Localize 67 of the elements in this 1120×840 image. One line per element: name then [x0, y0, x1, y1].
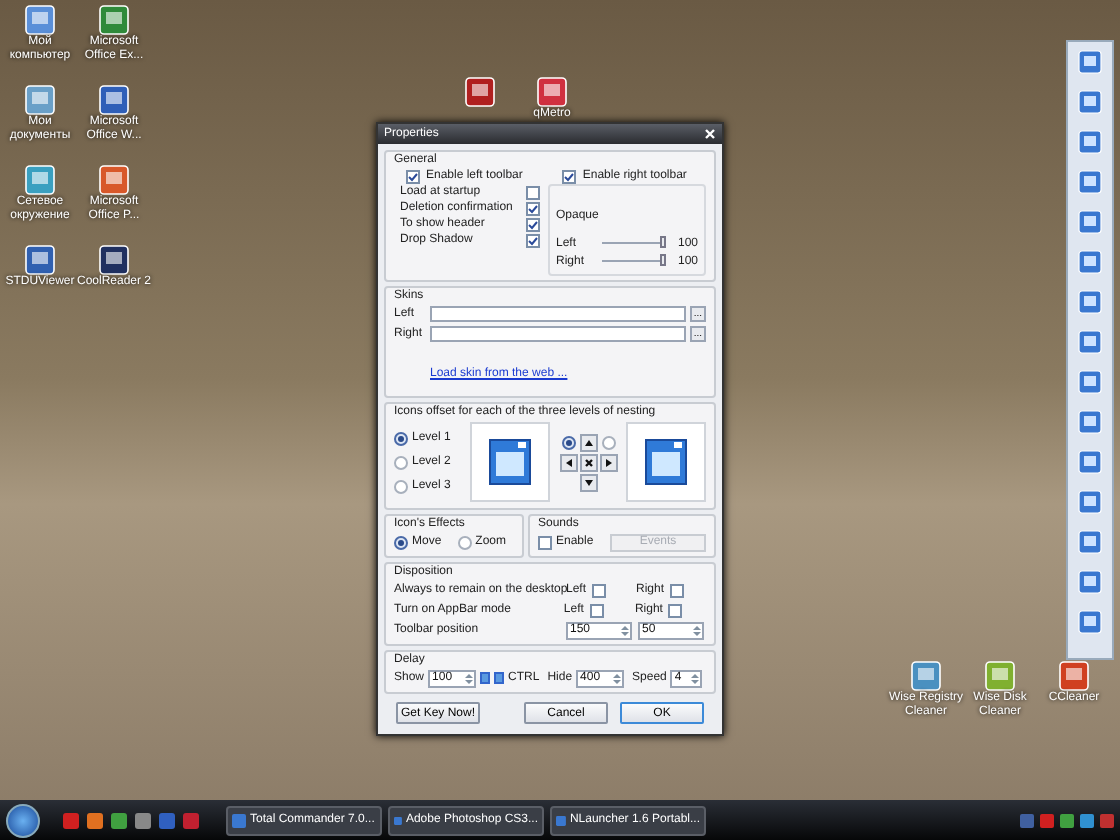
app-icon[interactable]	[98, 4, 130, 36]
app-icon[interactable]	[24, 244, 56, 276]
app-icon[interactable]	[24, 84, 56, 116]
checkbox[interactable]	[668, 603, 683, 617]
arrow-button[interactable]	[579, 473, 598, 491]
shortcut-icon[interactable]	[1078, 450, 1102, 474]
shortcut-icon[interactable]	[1078, 90, 1102, 114]
app-icon[interactable]	[464, 76, 496, 108]
checkbox[interactable]	[525, 217, 540, 231]
spin-arrows-icon	[690, 671, 701, 685]
radio-button[interactable]	[394, 455, 408, 469]
arrow-button[interactable]	[579, 453, 598, 471]
checkbox[interactable]	[525, 201, 540, 215]
app-icon[interactable]	[98, 164, 130, 196]
checkbox[interactable]	[406, 169, 420, 183]
check-icon	[408, 171, 418, 181]
checkbox[interactable]	[589, 603, 604, 617]
shortcut-icon[interactable]	[1078, 170, 1102, 194]
slider-thumb[interactable]	[659, 236, 666, 248]
checkbox[interactable]	[562, 169, 577, 183]
check-icon	[564, 171, 575, 181]
radio-button[interactable]	[394, 431, 408, 445]
arrow-button[interactable]	[579, 433, 598, 451]
arrow-button[interactable]	[599, 453, 618, 471]
spin-arrows-icon	[464, 671, 475, 685]
checkbox[interactable]	[670, 583, 685, 597]
app-icon[interactable]	[24, 4, 56, 36]
spin-arrows-icon	[612, 671, 623, 685]
radio-button[interactable]	[457, 535, 472, 549]
radio-button[interactable]	[601, 435, 616, 449]
spin-arrows-icon	[620, 623, 630, 637]
checkbox[interactable]	[592, 583, 607, 597]
window-icon	[488, 438, 533, 486]
app-icon[interactable]	[536, 76, 568, 108]
cross-icon	[583, 457, 594, 467]
radio-button[interactable]	[394, 479, 408, 493]
app-icon[interactable]	[24, 164, 56, 196]
arrow-button[interactable]	[559, 453, 578, 471]
app-icon	[394, 813, 402, 827]
shortcut-icon[interactable]	[1078, 490, 1102, 514]
app-icon[interactable]	[98, 244, 130, 276]
shortcut-icon[interactable]	[1078, 210, 1102, 234]
app-icon[interactable]	[98, 84, 130, 116]
shortcut-icon[interactable]	[1078, 410, 1102, 434]
shortcut-icon[interactable]	[1078, 130, 1102, 154]
checkbox[interactable]	[525, 185, 540, 199]
shortcut-icon[interactable]	[1078, 50, 1102, 74]
slider-thumb[interactable]	[659, 254, 666, 266]
skin-path-field[interactable]	[430, 306, 686, 322]
shortcut-icon[interactable]	[1078, 370, 1102, 394]
shortcut-icon[interactable]	[1078, 250, 1102, 274]
checkbox[interactable]	[525, 233, 540, 247]
shortcut-icon[interactable]	[1078, 290, 1102, 314]
shortcut-icon[interactable]	[1078, 530, 1102, 554]
app-icon	[232, 813, 246, 827]
radio-button[interactable]	[394, 535, 408, 549]
start-button[interactable]	[6, 803, 40, 837]
radio-button[interactable]	[561, 435, 576, 449]
shortcut-icon[interactable]	[1078, 610, 1102, 634]
spin-arrows-icon	[692, 623, 702, 637]
window-icon	[643, 438, 688, 486]
checkbox[interactable]	[538, 535, 552, 549]
shortcut-icon[interactable]	[1078, 330, 1102, 354]
shortcut-icon[interactable]	[1078, 570, 1102, 594]
app-icon	[556, 813, 566, 827]
close-icon[interactable]	[704, 128, 716, 140]
skin-path-field[interactable]	[430, 326, 686, 342]
